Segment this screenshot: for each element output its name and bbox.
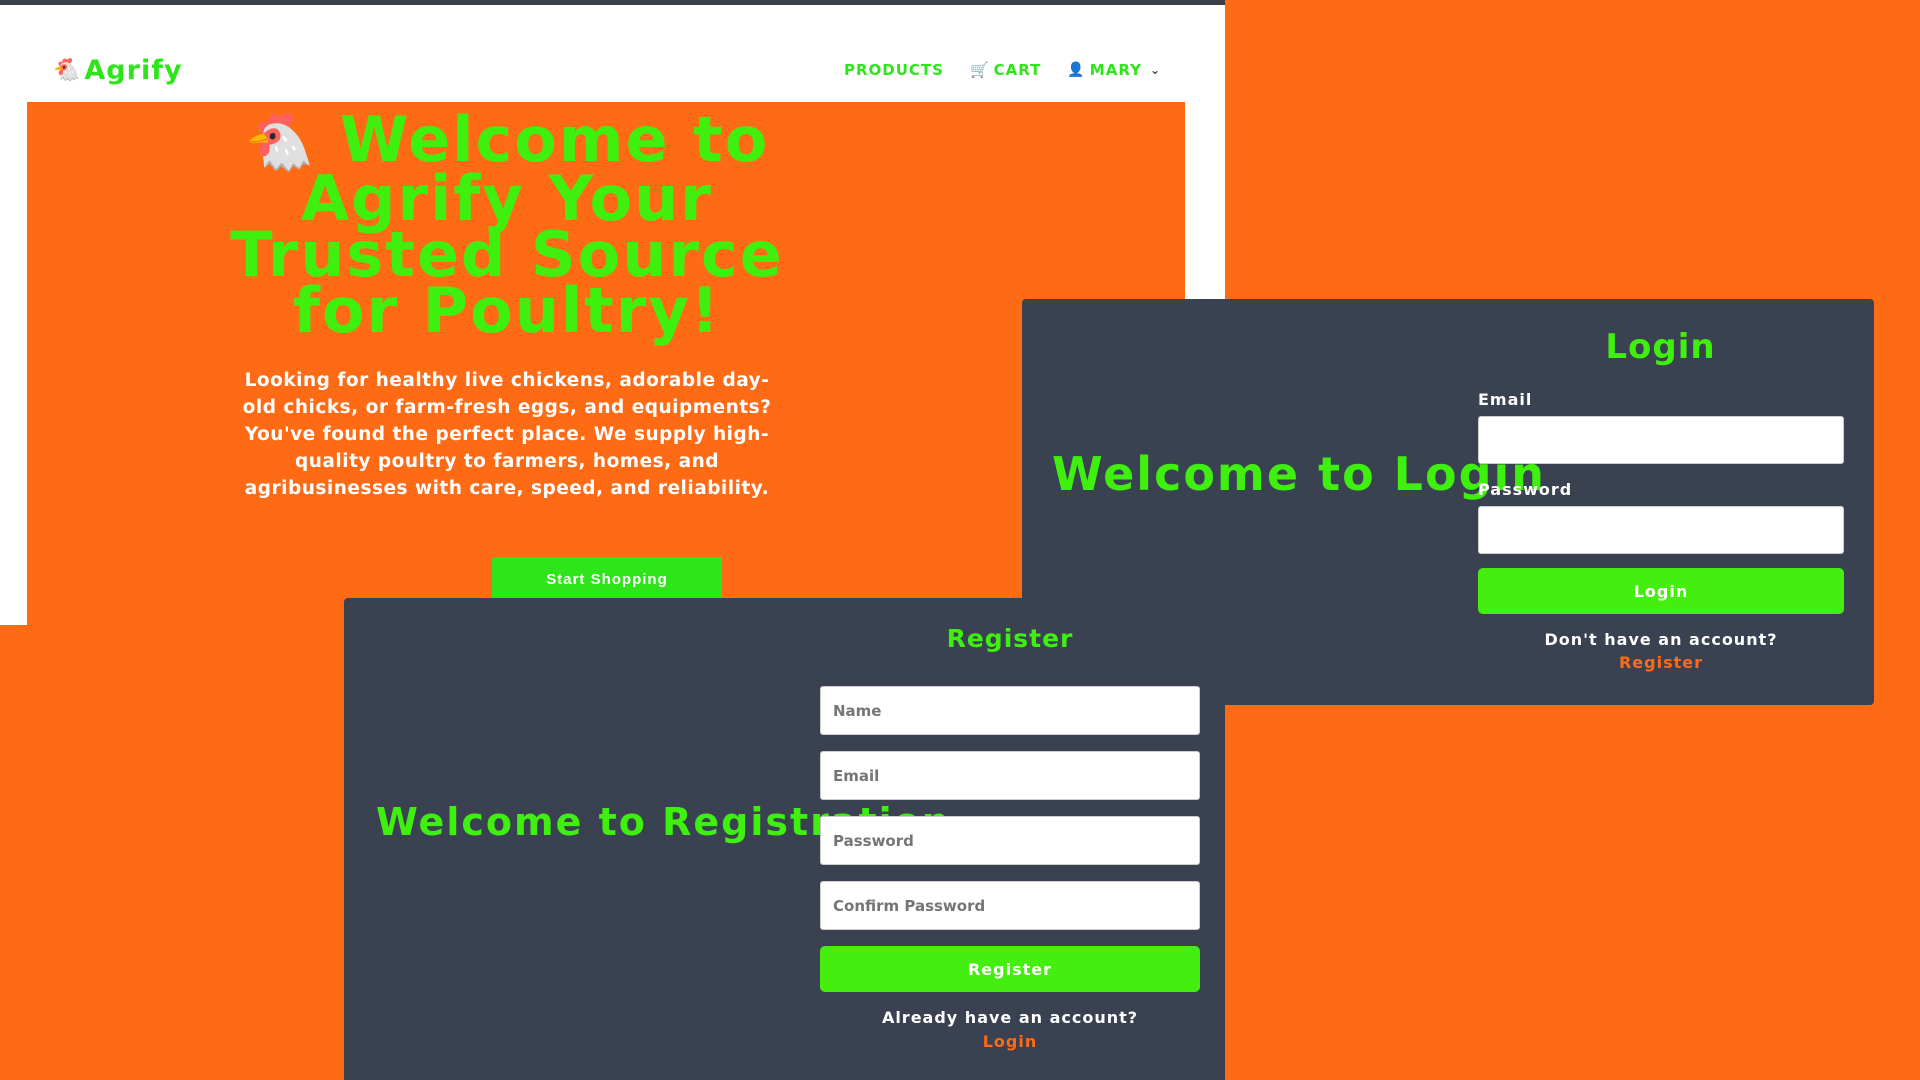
user-icon: 👤 bbox=[1067, 62, 1086, 78]
navbar: 🐔 Agrify PRODUCTS 🛒 CART 👤 MARY ⌄ bbox=[27, 41, 1185, 103]
register-button[interactable]: Register bbox=[820, 946, 1200, 992]
cart-icon: 🛒 bbox=[969, 61, 990, 79]
start-shopping-button[interactable]: Start Shopping bbox=[492, 557, 722, 601]
hero-description: Looking for healthy live chickens, adora… bbox=[242, 370, 772, 499]
login-button[interactable]: Login bbox=[1478, 568, 1844, 614]
register-title: Register bbox=[946, 624, 1074, 653]
login-title: Login bbox=[1605, 327, 1716, 367]
password-label: Password bbox=[1478, 480, 1573, 499]
login-email-field[interactable] bbox=[1478, 416, 1844, 464]
chicken-icon: 🐔 bbox=[53, 57, 81, 83]
nav-products[interactable]: PRODUCTS bbox=[844, 61, 944, 79]
login-welcome-heading: Welcome to Login bbox=[1052, 447, 1547, 501]
nav-cart[interactable]: 🛒 CART bbox=[970, 61, 1041, 79]
user-name: MARY bbox=[1089, 61, 1142, 79]
chevron-down-icon: ⌄ bbox=[1149, 63, 1161, 77]
brand-logo[interactable]: 🐔 Agrify bbox=[53, 55, 183, 86]
hero-section: 🐔 Welcome to Agrify Your Trusted Source … bbox=[27, 102, 1185, 630]
nav-cart-label: CART bbox=[993, 61, 1042, 79]
user-menu[interactable]: 👤 MARY ⌄ bbox=[1067, 61, 1161, 79]
hero-title: 🐔 Welcome to Agrify Your Trusted Source … bbox=[227, 109, 787, 342]
register-name-field[interactable] bbox=[820, 686, 1200, 735]
brand-name: Agrify bbox=[84, 55, 183, 86]
register-link[interactable]: Register bbox=[1478, 653, 1844, 672]
nav-links: PRODUCTS 🛒 CART 👤 MARY ⌄ bbox=[844, 61, 1161, 79]
login-password-field[interactable] bbox=[1478, 506, 1844, 554]
register-email-field[interactable] bbox=[820, 751, 1200, 800]
register-card: Welcome to Registration Register Registe… bbox=[344, 598, 1225, 1080]
login-prompt: Already have an account? bbox=[881, 1008, 1139, 1027]
register-password-field[interactable] bbox=[820, 816, 1200, 865]
email-label: Email bbox=[1478, 390, 1533, 409]
register-prompt: Don't have an account? bbox=[1544, 630, 1778, 649]
register-confirm-password-field[interactable] bbox=[820, 881, 1200, 930]
login-link[interactable]: Login bbox=[820, 1032, 1200, 1051]
